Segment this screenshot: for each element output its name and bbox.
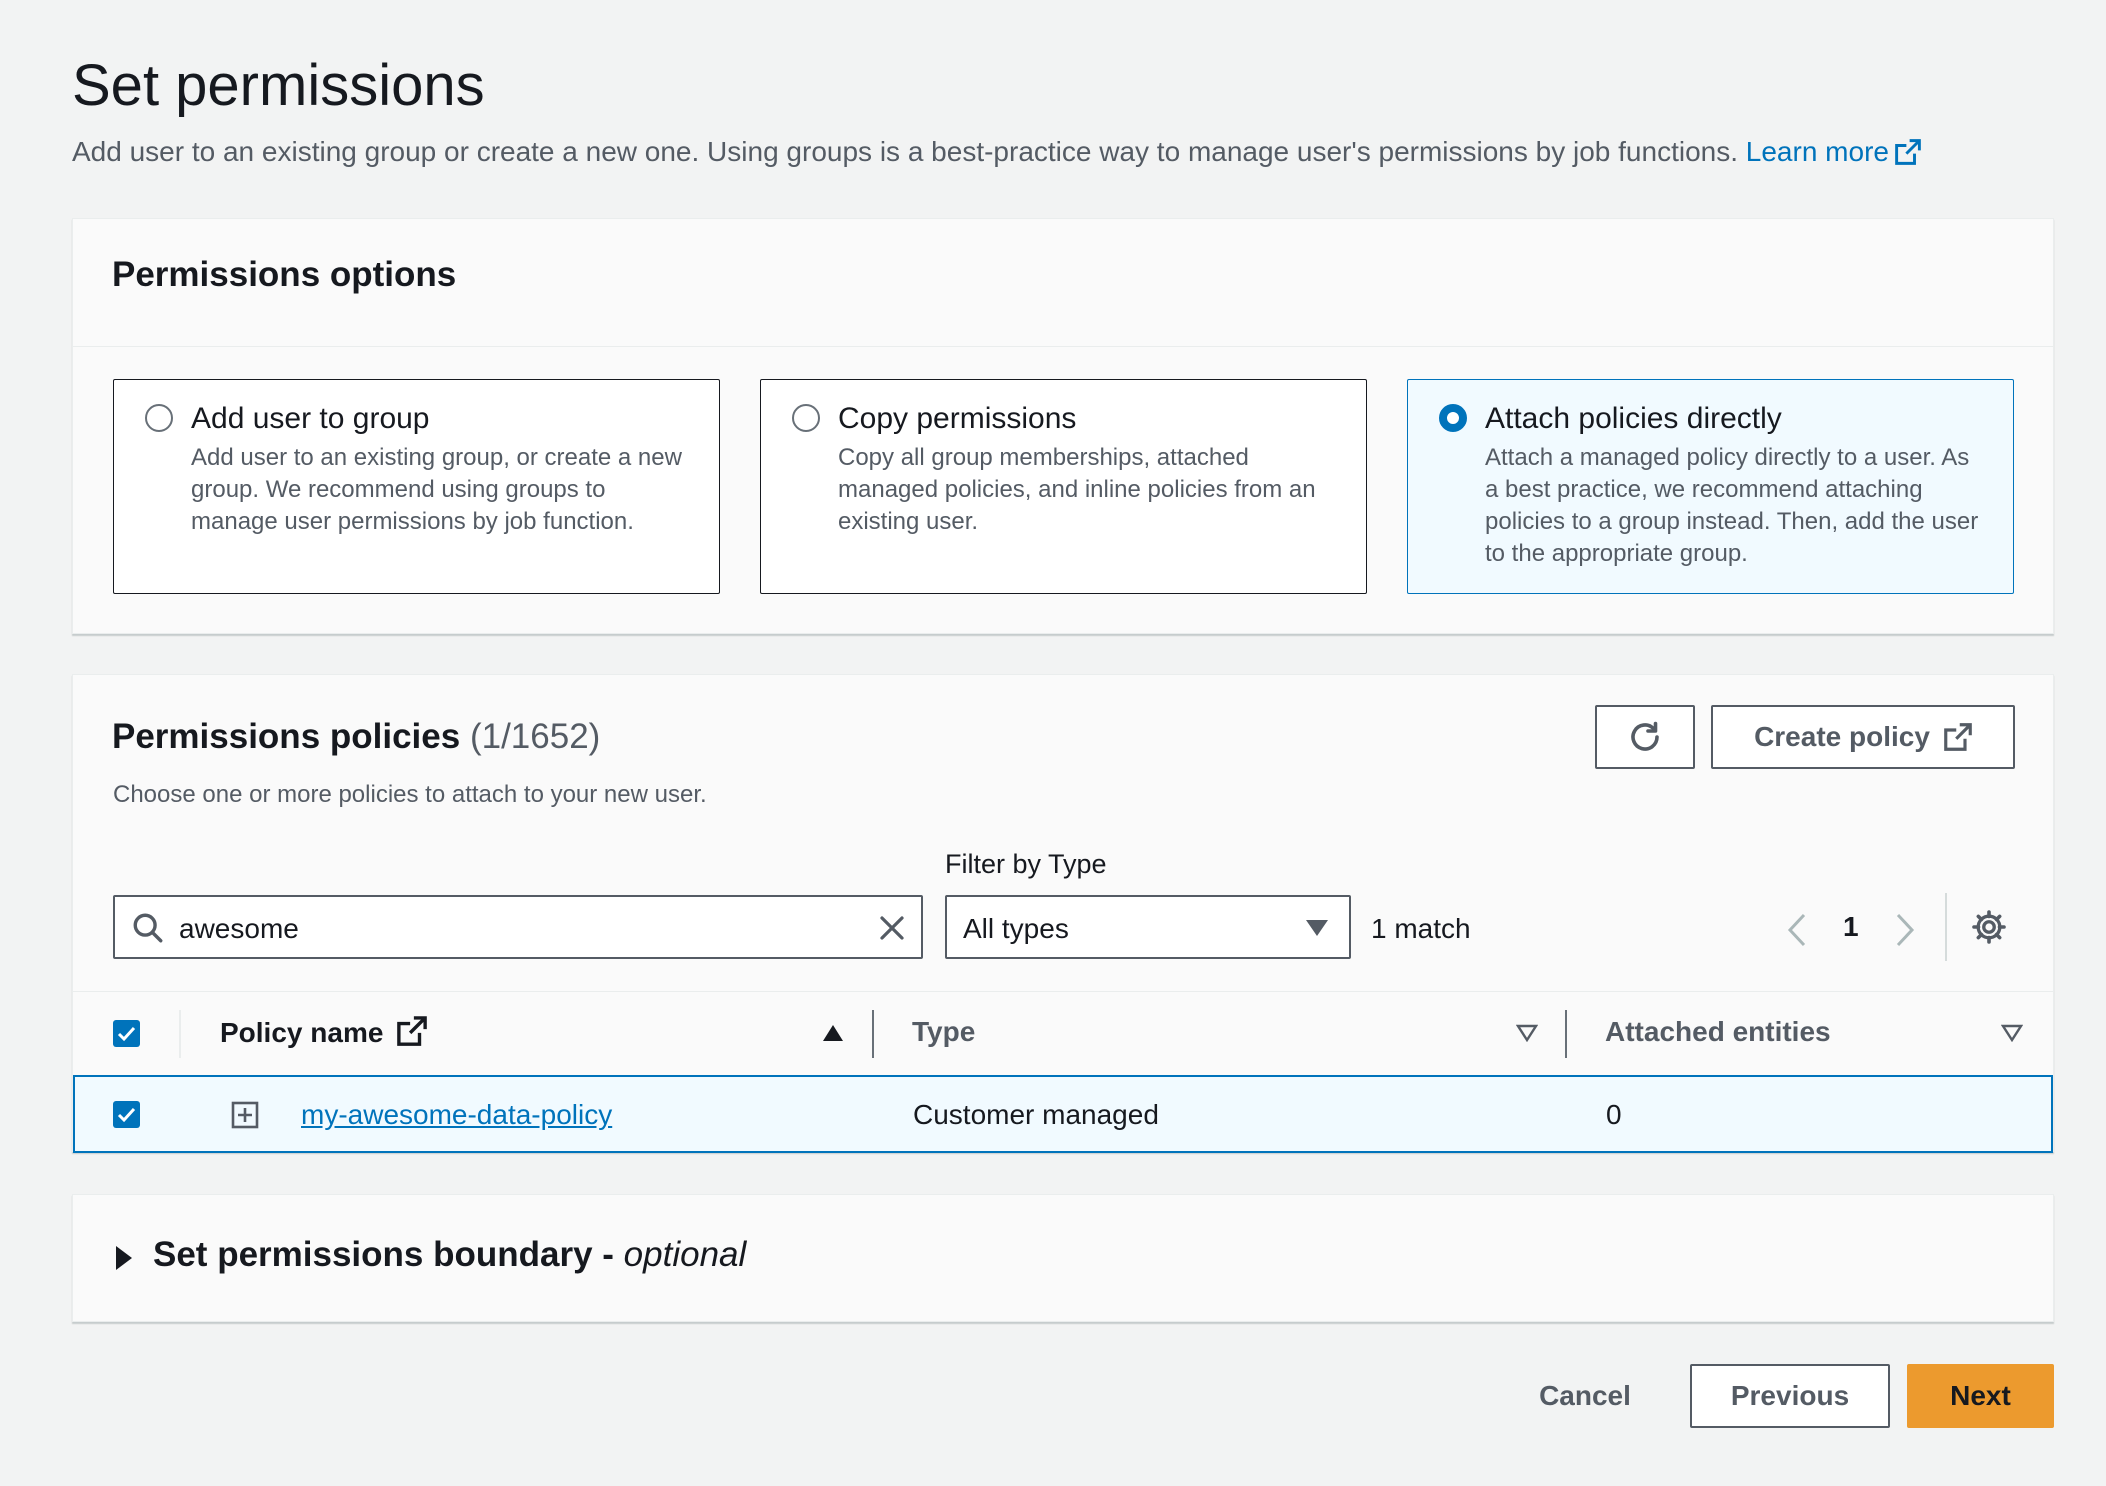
add-user-to-group-radio[interactable]: [145, 404, 173, 432]
learn-more-link[interactable]: Learn more: [1746, 136, 1921, 167]
checkmark-icon: [117, 1107, 136, 1123]
column-divider: [179, 1010, 181, 1058]
option-description: Attach a managed policy directly to a us…: [1485, 444, 1979, 567]
settings-gear-icon[interactable]: [1971, 909, 2007, 945]
next-page-icon[interactable]: [1895, 913, 1915, 947]
policy-name-link[interactable]: my-awesome-data-policy: [301, 1099, 612, 1130]
option-description: Copy all group memberships, attached man…: [838, 444, 1316, 535]
permissions-options-panel: Permissions options Add user to group Ad…: [72, 218, 2054, 634]
permissions-options-title: Permissions options: [112, 255, 457, 294]
sort-icon[interactable]: [2001, 1024, 2023, 1042]
column-header-attached-entities[interactable]: Attached entities: [1605, 1016, 1831, 1048]
option-description: Add user to an existing group, or create…: [191, 444, 682, 535]
permissions-options-header: Permissions options: [73, 219, 2053, 347]
column-header-type[interactable]: Type: [912, 1016, 975, 1048]
option-title: Copy permissions: [838, 402, 1077, 435]
page-description-text: Add user to an existing group or create …: [72, 136, 1738, 167]
permissions-policies-title: Permissions policies (1/1652): [112, 717, 600, 757]
option-title: Add user to group: [191, 402, 430, 435]
row-checkbox[interactable]: [113, 1101, 140, 1128]
refresh-button[interactable]: [1595, 705, 1695, 769]
column-header-policy-name[interactable]: Policy name: [220, 1016, 427, 1049]
external-link-icon: [1895, 139, 1921, 165]
policies-description: Choose one or more policies to attach to…: [113, 781, 707, 808]
sort-ascending-icon[interactable]: [822, 1024, 844, 1042]
previous-page-icon[interactable]: [1787, 913, 1807, 947]
option-copy-permissions[interactable]: Copy permissions Copy all group membersh…: [760, 379, 1367, 594]
policies-count: (1/1652): [469, 717, 601, 756]
policy-name-header-label: Policy name: [220, 1017, 384, 1048]
policy-search-input[interactable]: awesome: [113, 895, 923, 959]
match-count: 1 match: [1371, 913, 1471, 944]
external-link-icon: [1944, 723, 1972, 751]
learn-more-label: Learn more: [1745, 136, 1889, 167]
permissions-boundary-title[interactable]: Set permissions boundary - optional: [153, 1235, 746, 1275]
filter-type-value: All types: [963, 913, 1069, 944]
search-value: awesome: [179, 913, 299, 944]
caret-right-icon[interactable]: [115, 1245, 133, 1271]
copy-permissions-radio[interactable]: [792, 404, 820, 432]
filter-type-select[interactable]: All types: [945, 895, 1351, 959]
boundary-optional-text: optional: [623, 1235, 747, 1274]
external-link-icon: [397, 1016, 427, 1046]
option-attach-policies-directly[interactable]: Attach policies directly Attach a manage…: [1407, 379, 2014, 594]
create-policy-button[interactable]: Create policy: [1711, 705, 2015, 769]
refresh-icon: [1631, 721, 1659, 751]
policies-table-header: Policy name Type Attached entities: [73, 991, 2053, 1075]
column-divider: [1565, 1010, 1567, 1058]
expand-row-icon[interactable]: [231, 1101, 259, 1129]
clear-search-icon[interactable]: [877, 913, 907, 943]
select-all-checkbox[interactable]: [113, 1020, 140, 1047]
next-button[interactable]: Next: [1907, 1364, 2054, 1428]
create-policy-label: Create policy: [1754, 721, 1930, 752]
permissions-policies-panel: Permissions policies (1/1652) Choose one…: [72, 674, 2054, 1153]
cancel-button[interactable]: Cancel: [1510, 1364, 1660, 1428]
column-divider: [872, 1010, 874, 1058]
boundary-title-text: Set permissions boundary -: [153, 1235, 614, 1274]
previous-button[interactable]: Previous: [1690, 1364, 1890, 1428]
page-description: Add user to an existing group or create …: [72, 136, 1921, 168]
filter-by-type-label: Filter by Type: [945, 849, 1107, 879]
pager-divider: [1945, 893, 1947, 961]
policy-name-cell[interactable]: my-awesome-data-policy: [301, 1099, 612, 1131]
sort-icon[interactable]: [1516, 1024, 1538, 1042]
attach-policies-directly-radio[interactable]: [1439, 404, 1467, 432]
attached-entities-cell: 0: [1606, 1099, 1622, 1130]
search-icon: [133, 913, 163, 943]
policy-type-cell: Customer managed: [913, 1099, 1159, 1130]
option-add-user-to-group[interactable]: Add user to group Add user to an existin…: [113, 379, 720, 594]
page-title: Set permissions: [72, 53, 485, 118]
option-title: Attach policies directly: [1485, 402, 1782, 435]
policies-title-text: Permissions policies: [112, 717, 461, 756]
checkmark-icon: [117, 1026, 136, 1042]
table-row[interactable]: my-awesome-data-policy Customer managed …: [73, 1075, 2053, 1153]
permissions-boundary-panel[interactable]: Set permissions boundary - optional: [72, 1194, 2054, 1322]
caret-down-icon: [1306, 920, 1328, 936]
page-number[interactable]: 1: [1843, 911, 1859, 943]
